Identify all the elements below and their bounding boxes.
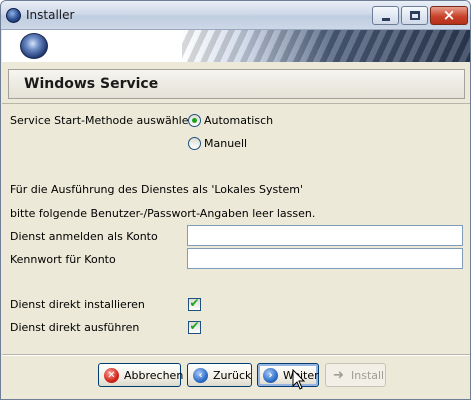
window-title: Installer: [26, 8, 75, 22]
maximize-button[interactable]: [401, 6, 428, 25]
cancel-button-label: Abbrechen: [124, 368, 184, 382]
password-input[interactable]: [187, 248, 463, 269]
checkmark-icon: ✔: [189, 319, 200, 333]
radio-manuell[interactable]: [188, 137, 201, 150]
back-button[interactable]: ‹ Zurück: [187, 363, 252, 387]
install-button-label: Install: [351, 368, 385, 382]
account-label: Dienst anmelden als Konto: [10, 230, 158, 243]
radio-automatisch[interactable]: [188, 114, 201, 127]
cancel-button[interactable]: ✕ Abbrechen: [98, 363, 184, 387]
header-banner: [2, 30, 470, 62]
install-now-checkbox[interactable]: ✔: [188, 296, 201, 311]
minimize-icon: [382, 18, 390, 21]
logo-icon: [20, 33, 48, 59]
close-button[interactable]: ×: [430, 6, 468, 25]
section-title: Windows Service: [24, 76, 159, 92]
radio-selected-dot: [192, 118, 197, 123]
radio-manuell-label[interactable]: Manuell: [204, 137, 247, 150]
run-now-checkbox[interactable]: ✔: [188, 319, 201, 334]
banner-pattern: [182, 30, 470, 62]
info-line-2: bitte folgende Benutzer-/Passwort-Angabe…: [10, 207, 316, 220]
cancel-icon: ✕: [104, 367, 119, 383]
app-icon: [6, 8, 21, 23]
start-method-label: Service Start-Methode auswählen: [10, 114, 196, 127]
minimize-button[interactable]: [372, 6, 399, 25]
run-now-label: Dienst direkt ausführen: [10, 321, 140, 334]
install-button[interactable]: ➜ Install: [325, 363, 386, 387]
password-label: Kennwort für Konto: [10, 253, 116, 266]
installer-window: Installer × Windows Service Service Star…: [0, 0, 471, 400]
title-bar[interactable]: Installer ×: [1, 1, 470, 30]
maximize-icon: [410, 11, 420, 20]
divider: [2, 103, 470, 104]
close-icon: ×: [442, 6, 456, 24]
arrow-right-icon: ›: [263, 367, 278, 383]
install-arrow-icon: ➜: [333, 367, 344, 383]
install-now-label: Dienst direkt installieren: [10, 298, 145, 311]
section-header: Windows Service: [8, 69, 465, 99]
next-button[interactable]: › Weiter: [257, 363, 319, 387]
account-input[interactable]: [187, 225, 463, 246]
arrow-left-icon: ‹: [193, 367, 208, 383]
info-line-1: Für die Ausführung des Dienstes als 'Lok…: [10, 183, 304, 196]
back-button-label: Zurück: [213, 368, 252, 382]
checkmark-icon: ✔: [189, 296, 200, 310]
mouse-cursor-icon: [292, 369, 306, 390]
radio-automatisch-label[interactable]: Automatisch: [204, 114, 273, 127]
